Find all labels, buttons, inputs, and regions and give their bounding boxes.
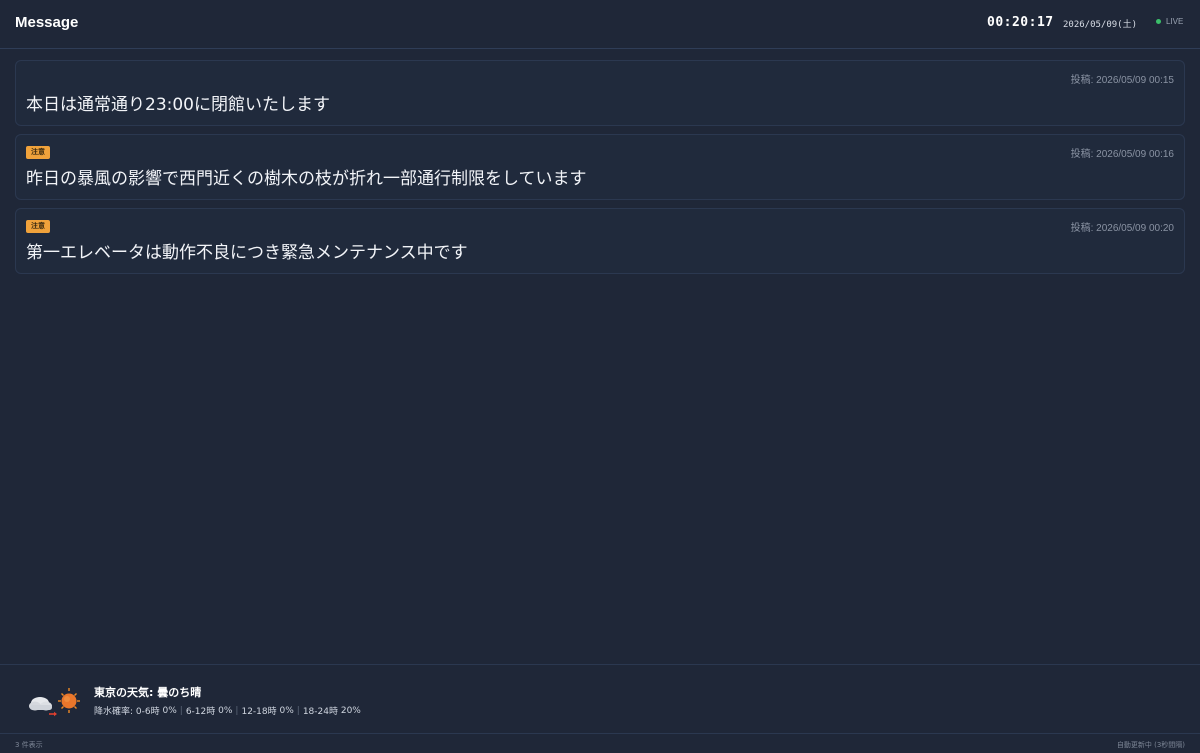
rain-label: 降水確率: bbox=[94, 707, 134, 717]
rain-period-value: 20% bbox=[340, 705, 361, 716]
rain-period-value: 0% bbox=[279, 705, 294, 716]
message-text: 昨日の暴風の影響で西門近くの樹木の枝が折れ一部通行制限をしています bbox=[26, 169, 587, 189]
message-text: 本日は通常通り23:00に閉館いたします bbox=[26, 95, 330, 115]
message-posted-time: 投稿: 2026/05/09 00:16 bbox=[1070, 149, 1174, 160]
rain-period-label: 6-12時 bbox=[185, 707, 216, 717]
live-dot-icon bbox=[1156, 19, 1161, 24]
message-posted-time: 投稿: 2026/05/09 00:15 bbox=[1070, 75, 1174, 86]
rain-period-label: 18-24時 bbox=[302, 707, 338, 717]
separator: | bbox=[296, 705, 300, 716]
clock-display: 00:20:17 bbox=[987, 15, 1054, 30]
message-posted-time: 投稿: 2026/05/09 00:20 bbox=[1070, 223, 1174, 234]
message-board-app: Message 00:20:17 2026/05/09(土) LIVE 投稿: … bbox=[0, 0, 1200, 753]
rain-period-label: 0-6時 bbox=[135, 707, 160, 717]
caution-badge: 注意 bbox=[26, 146, 50, 159]
rain-period-value: 0% bbox=[218, 705, 233, 716]
live-label: LIVE bbox=[1166, 17, 1184, 26]
message-card: 投稿: 2026/05/09 00:15 本日は通常通り23:00に閉館いたしま… bbox=[15, 60, 1185, 126]
date-display: 2026/05/09(土) bbox=[1063, 20, 1138, 30]
cloud-then-sun-icon bbox=[29, 688, 80, 717]
status-bar: 3 件表示 自動更新中 (3秒間隔) bbox=[0, 733, 1200, 753]
separator: | bbox=[235, 705, 239, 716]
item-count: 3 件表示 bbox=[15, 741, 43, 749]
message-text: 第一エレベータは動作不良につき緊急メンテナンス中です bbox=[26, 243, 468, 263]
page-title: Message bbox=[15, 14, 79, 31]
weather-panel: 東京の天気: 曇のち晴 降水確率: 0-6時 0% | 6-12時 0% | 1… bbox=[0, 664, 1200, 733]
live-indicator: LIVE bbox=[1156, 17, 1183, 26]
weather-title: 東京の天気: 曇のち晴 bbox=[94, 686, 202, 699]
auto-update-status: 自動更新中 (3秒間隔) bbox=[1116, 741, 1185, 749]
rain-period-value: 0% bbox=[162, 705, 177, 716]
caution-badge: 注意 bbox=[26, 220, 50, 233]
message-card: 注意 投稿: 2026/05/09 00:16 昨日の暴風の影響で西門近くの樹木… bbox=[15, 134, 1185, 200]
separator: | bbox=[179, 705, 183, 716]
rain-probability: 降水確率: 0-6時 0% | 6-12時 0% | 12-18時 0% | 1… bbox=[94, 704, 361, 718]
rain-period-label: 12-18時 bbox=[241, 707, 277, 717]
message-card: 注意 投稿: 2026/05/09 00:20 第一エレベータは動作不良につき緊… bbox=[15, 208, 1185, 274]
header-bar: Message 00:20:17 2026/05/09(土) LIVE bbox=[0, 0, 1200, 49]
